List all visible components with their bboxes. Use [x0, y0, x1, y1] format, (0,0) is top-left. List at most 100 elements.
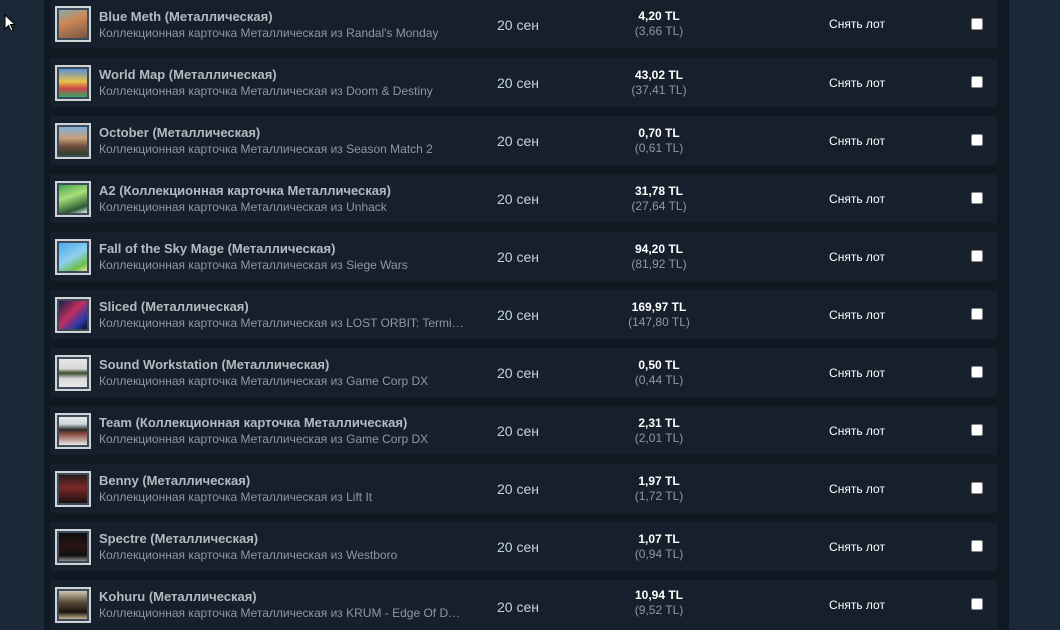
- select-listing-checkbox[interactable]: [971, 540, 983, 552]
- item-name-link[interactable]: World Map (Металлическая): [99, 67, 277, 82]
- item-name-link[interactable]: October (Металлическая): [99, 125, 260, 140]
- listing-row: Spectre (Металлическая) Коллекционная ка…: [50, 522, 997, 571]
- select-listing-checkbox[interactable]: [971, 424, 983, 436]
- select-listing-checkbox[interactable]: [971, 482, 983, 494]
- card-thumbnail-icon[interactable]: [55, 123, 91, 159]
- remove-listing-button[interactable]: Снять лот: [812, 540, 902, 554]
- listed-date: 20 сен: [497, 599, 539, 615]
- select-listing-checkbox[interactable]: [971, 366, 983, 378]
- item-game-name: Коллекционная карточка Металлическая из …: [99, 26, 439, 40]
- listed-date: 20 сен: [497, 481, 539, 497]
- card-thumbnail-icon[interactable]: [55, 355, 91, 391]
- listing-price: 4,20 TL: [638, 9, 680, 23]
- listing-price: 10,94 TL: [634, 588, 684, 602]
- remove-listing-button[interactable]: Снять лот: [812, 366, 902, 380]
- listing-price-net: (0,94 TL): [634, 547, 684, 561]
- item-name-link[interactable]: Fall of the Sky Mage (Металлическая): [99, 241, 335, 256]
- item-game-name: Коллекционная карточка Металлическая из …: [99, 606, 464, 620]
- listing-price-net: (2,01 TL): [634, 431, 684, 445]
- remove-listing-button[interactable]: Снять лот: [812, 598, 902, 612]
- listing-row: Fall of the Sky Mage (Металлическая) Кол…: [50, 232, 997, 281]
- listing-row: Team (Коллекционная карточка Металлическ…: [50, 406, 997, 455]
- listing-price-net: (27,64 TL): [631, 199, 687, 213]
- remove-listing-button[interactable]: Снять лот: [812, 134, 902, 148]
- listing-price-net: (0,44 TL): [634, 373, 684, 387]
- card-thumbnail-icon[interactable]: [55, 239, 91, 275]
- item-game-name: Коллекционная карточка Металлическая из …: [99, 548, 398, 562]
- listing-price: 43,02 TL: [634, 68, 684, 82]
- select-listing-checkbox[interactable]: [971, 134, 983, 146]
- listed-date: 20 сен: [497, 423, 539, 439]
- listed-date: 20 сен: [497, 365, 539, 381]
- select-listing-checkbox[interactable]: [971, 308, 983, 320]
- listing-row: Sound Workstation (Металлическая) Коллек…: [50, 348, 997, 397]
- item-name-link[interactable]: Blue Meth (Металлическая): [99, 9, 273, 24]
- select-listing-checkbox[interactable]: [971, 76, 983, 88]
- card-thumbnail-icon[interactable]: [55, 413, 91, 449]
- remove-listing-button[interactable]: Снять лот: [812, 17, 902, 31]
- item-game-name: Коллекционная карточка Металлическая из …: [99, 142, 433, 156]
- listing-price-net: (3,66 TL): [634, 24, 684, 38]
- remove-listing-button[interactable]: Снять лот: [812, 192, 902, 206]
- listing-price: 169,97 TL: [631, 300, 687, 314]
- listing-row: Benny (Металлическая) Коллекционная карт…: [50, 464, 997, 513]
- listing-price-net: (9,52 TL): [634, 603, 684, 617]
- listed-date: 20 сен: [497, 191, 539, 207]
- remove-listing-button[interactable]: Снять лот: [812, 250, 902, 264]
- listing-price-net: (1,72 TL): [634, 489, 684, 503]
- item-name-link[interactable]: Kohuru (Металлическая): [99, 589, 257, 604]
- card-thumbnail-icon[interactable]: [55, 65, 91, 101]
- my-listings-list: Blue Meth (Металлическая) Коллекционная …: [44, 0, 1009, 630]
- select-listing-checkbox[interactable]: [971, 250, 983, 262]
- listed-date: 20 сен: [497, 75, 539, 91]
- card-thumbnail-icon[interactable]: [55, 587, 91, 623]
- item-name-link[interactable]: Team (Коллекционная карточка Металлическ…: [99, 415, 407, 430]
- select-listing-checkbox[interactable]: [971, 192, 983, 204]
- listing-price: 2,31 TL: [638, 416, 680, 430]
- listing-price-net: (81,92 TL): [631, 257, 687, 271]
- listing-row: Sliced (Металлическая) Коллекционная кар…: [50, 290, 997, 339]
- item-game-name: Коллекционная карточка Металлическая из …: [99, 316, 464, 330]
- listing-price: 0,50 TL: [638, 358, 680, 372]
- listing-price: 94,20 TL: [634, 242, 684, 256]
- listing-row: A2 (Коллекционная карточка Металлическая…: [50, 174, 997, 223]
- listing-row: October (Металлическая) Коллекционная ка…: [50, 116, 997, 165]
- card-thumbnail-icon[interactable]: [55, 471, 91, 507]
- listing-price: 0,70 TL: [638, 126, 680, 140]
- listing-row: World Map (Металлическая) Коллекционная …: [50, 58, 997, 107]
- item-game-name: Коллекционная карточка Металлическая из …: [99, 200, 387, 214]
- listing-price-net: (37,41 TL): [631, 83, 687, 97]
- mouse-cursor-icon: [4, 14, 16, 32]
- remove-listing-button[interactable]: Снять лот: [812, 308, 902, 322]
- remove-listing-button[interactable]: Снять лот: [812, 76, 902, 90]
- item-name-link[interactable]: A2 (Коллекционная карточка Металлическая…: [99, 183, 391, 198]
- select-listing-checkbox[interactable]: [971, 598, 983, 610]
- item-game-name: Коллекционная карточка Металлическая из …: [99, 374, 429, 388]
- card-thumbnail-icon[interactable]: [55, 181, 91, 217]
- item-name-link[interactable]: Spectre (Металлическая): [99, 531, 258, 546]
- select-listing-checkbox[interactable]: [971, 18, 983, 30]
- listing-price: 31,78 TL: [634, 184, 684, 198]
- remove-listing-button[interactable]: Снять лот: [812, 482, 902, 496]
- listed-date: 20 сен: [497, 249, 539, 265]
- listed-date: 20 сен: [497, 17, 539, 33]
- item-game-name: Коллекционная карточка Металлическая из …: [99, 432, 429, 446]
- listing-price-net: (0,61 TL): [634, 141, 684, 155]
- card-thumbnail-icon[interactable]: [55, 297, 91, 333]
- listing-price-net: (147,80 TL): [628, 315, 690, 329]
- listed-date: 20 сен: [497, 307, 539, 323]
- item-name-link[interactable]: Sliced (Металлическая): [99, 299, 249, 314]
- market-listings-page: Blue Meth (Металлическая) Коллекционная …: [0, 0, 1060, 630]
- listed-date: 20 сен: [497, 133, 539, 149]
- card-thumbnail-icon[interactable]: [55, 529, 91, 565]
- item-name-link[interactable]: Sound Workstation (Металлическая): [99, 357, 329, 372]
- listing-price: 1,97 TL: [638, 474, 680, 488]
- listing-row: Kohuru (Металлическая) Коллекционная кар…: [50, 580, 997, 630]
- card-thumbnail-icon[interactable]: [55, 6, 91, 42]
- item-game-name: Коллекционная карточка Металлическая из …: [99, 84, 433, 98]
- listing-price: 1,07 TL: [638, 532, 680, 546]
- item-game-name: Коллекционная карточка Металлическая из …: [99, 490, 373, 504]
- remove-listing-button[interactable]: Снять лот: [812, 424, 902, 438]
- listing-row: Blue Meth (Металлическая) Коллекционная …: [50, 0, 997, 48]
- item-name-link[interactable]: Benny (Металлическая): [99, 473, 250, 488]
